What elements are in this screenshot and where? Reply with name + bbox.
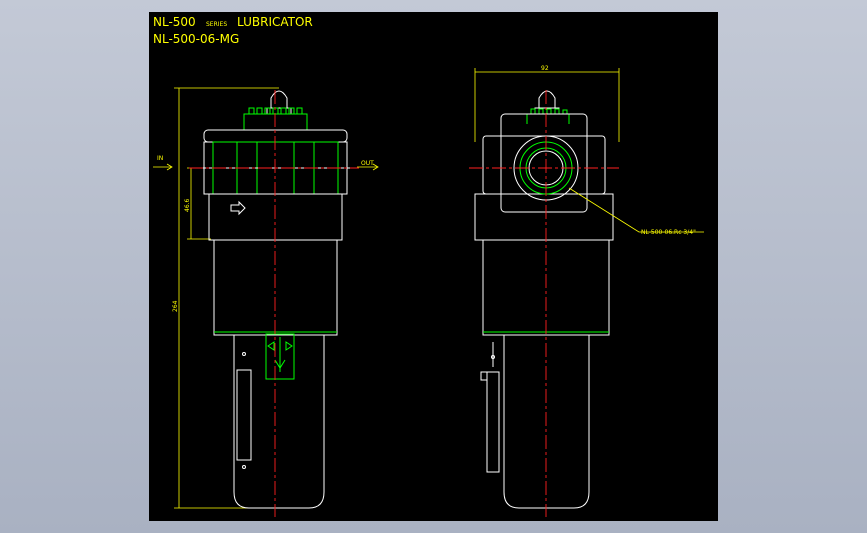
out-label: OUT — [361, 160, 374, 167]
port-callout: NL-500-06.Rc 3/4" — [641, 229, 696, 236]
front-view: 264 46.6 IN OUT — [153, 87, 379, 517]
title-prefix: NL-500 — [153, 15, 196, 29]
cad-drawing-viewport[interactable]: NL-500 SERIES LUBRICATOR NL-500-06-MG 26… — [149, 12, 718, 521]
side-view: 92 NL-500-06.Rc 3/4" — [469, 65, 704, 517]
dim-height: 46.6 — [184, 198, 191, 212]
dim-width: 92 — [541, 65, 549, 72]
title-suffix: LUBRICATOR — [237, 15, 313, 29]
title-series: SERIES — [206, 21, 227, 28]
in-label: IN — [157, 155, 163, 162]
model-number: NL-500-06-MG — [153, 32, 239, 46]
dim-total-height: 264 — [172, 300, 179, 312]
cad-drawing: NL-500 SERIES LUBRICATOR NL-500-06-MG 26… — [153, 15, 704, 517]
